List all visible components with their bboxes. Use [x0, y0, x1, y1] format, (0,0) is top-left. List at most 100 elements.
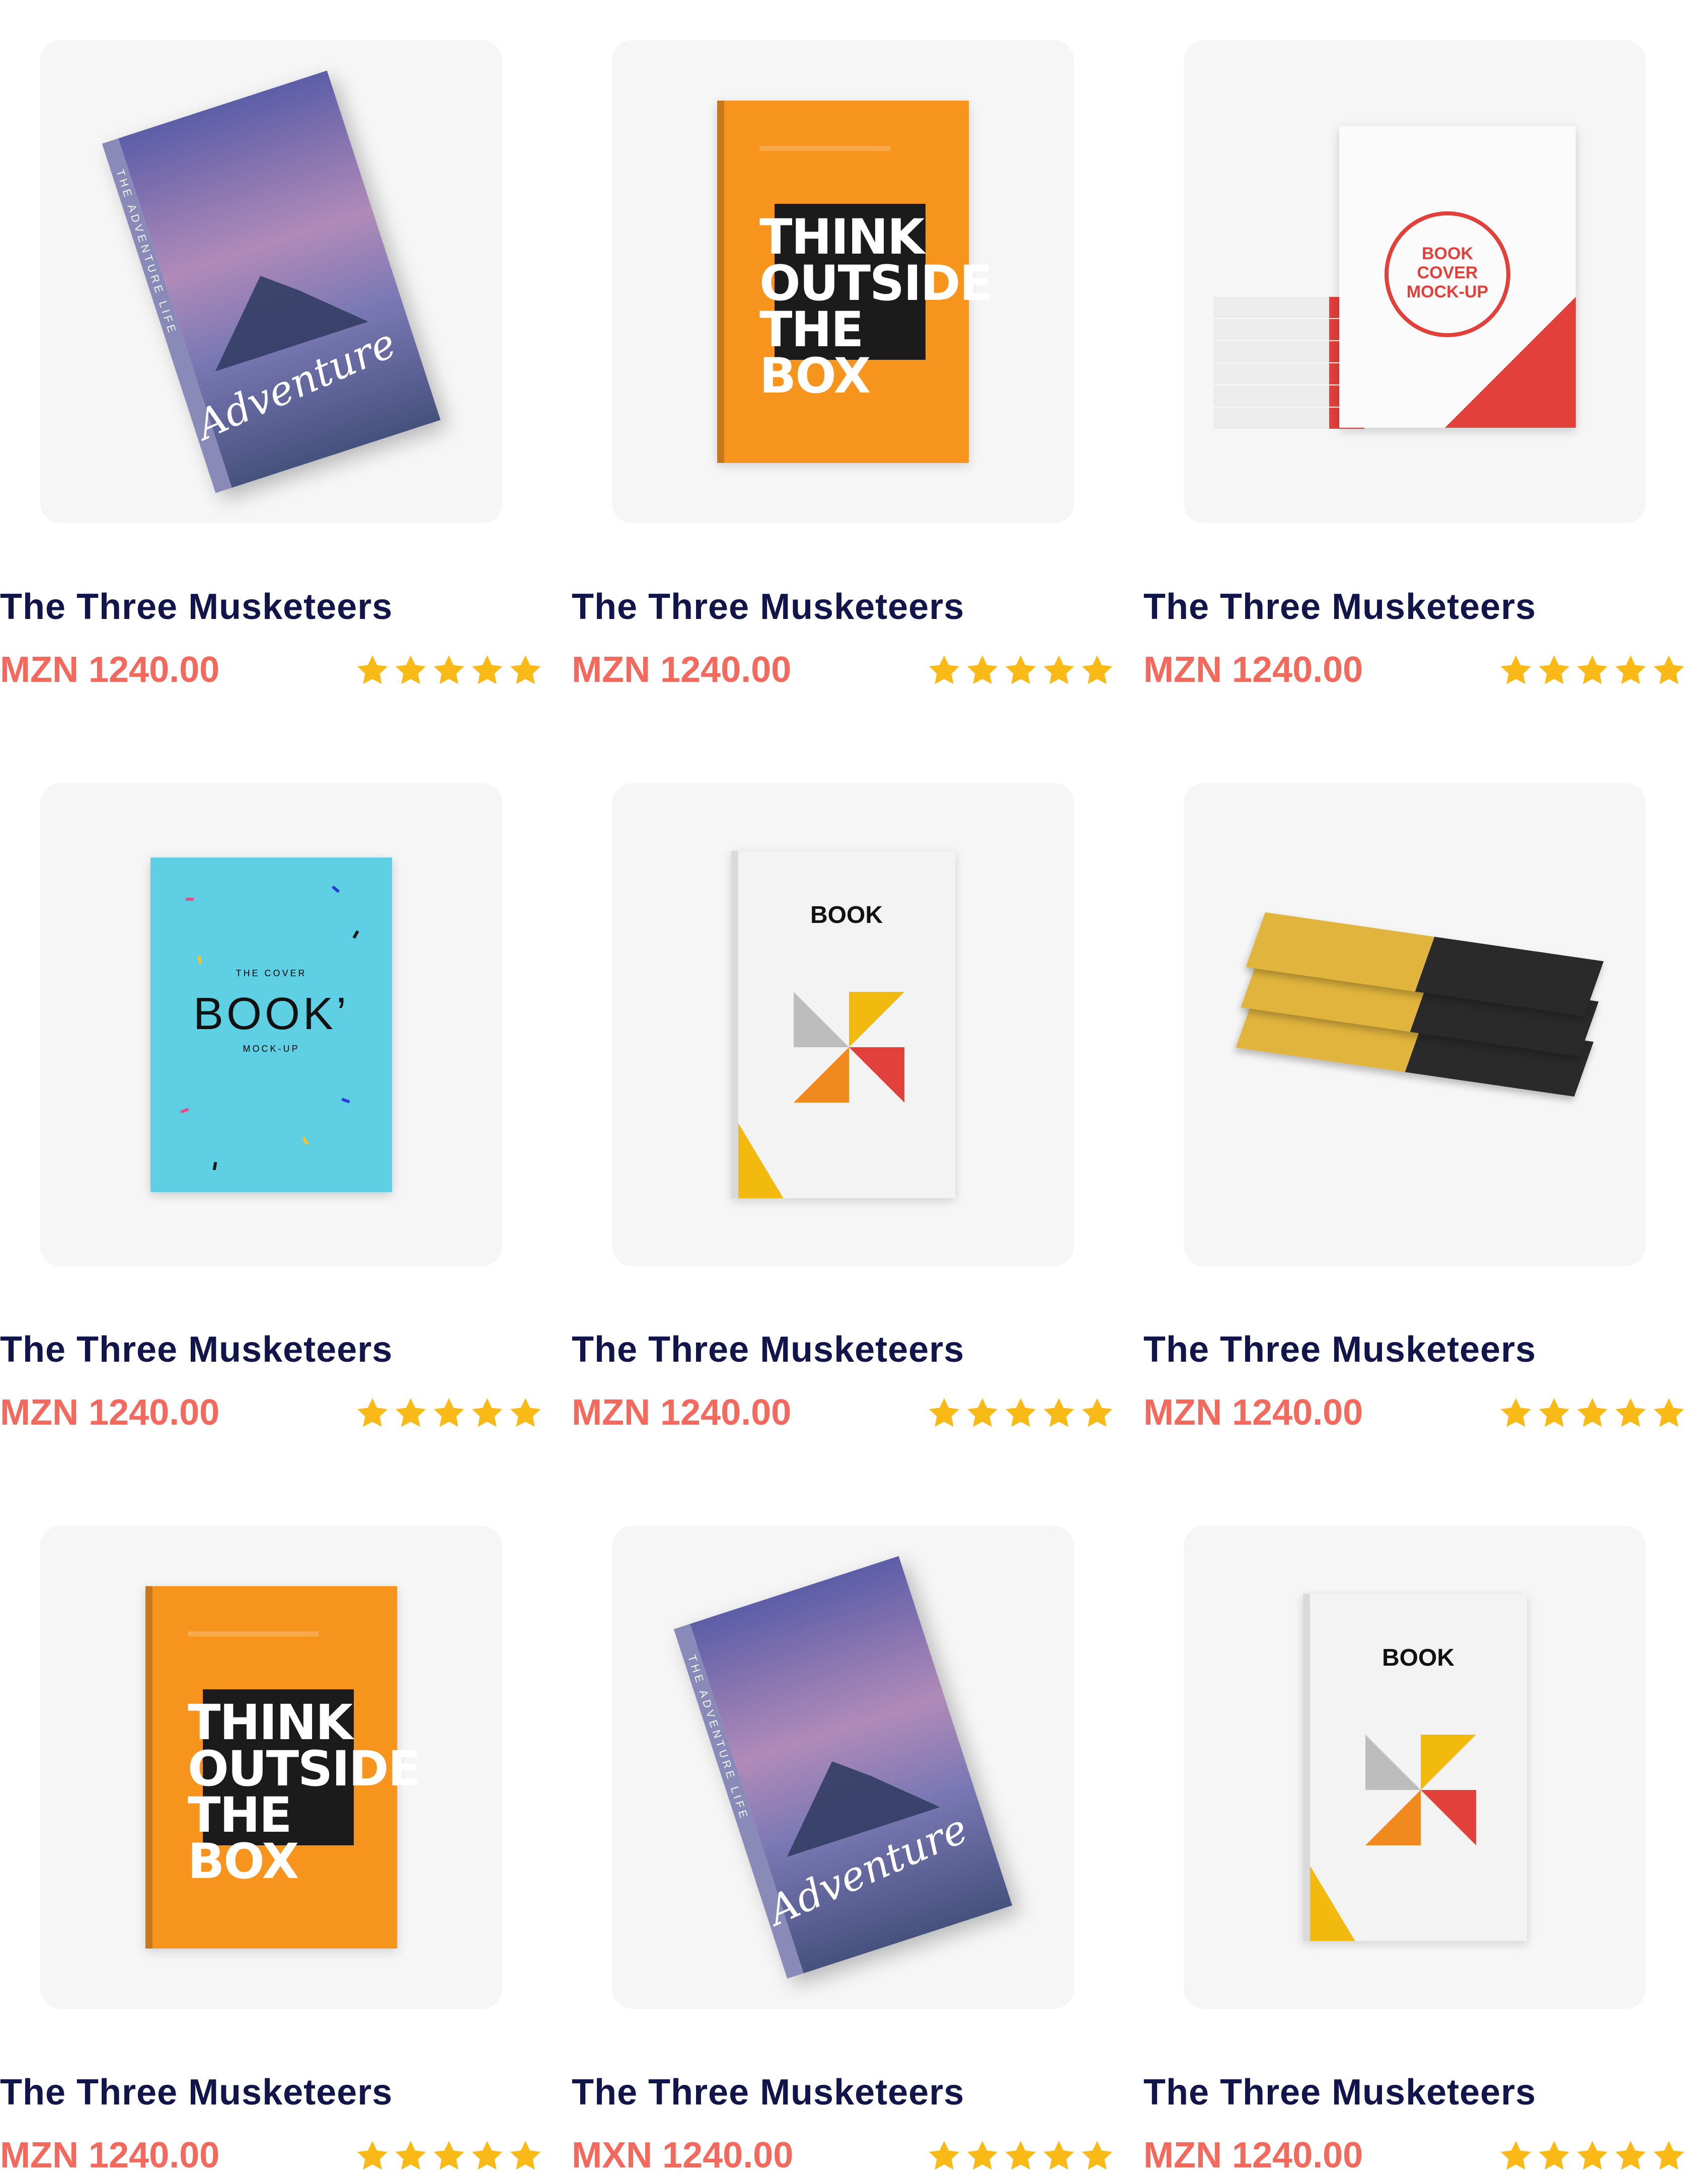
rating-stars	[1498, 653, 1686, 693]
star-icon	[1080, 653, 1115, 693]
star-icon	[1041, 653, 1077, 693]
product-price: MZN 1240.00	[0, 650, 220, 690]
star-icon	[1575, 1395, 1610, 1436]
star-icon	[1575, 653, 1610, 693]
rating-stars	[355, 653, 543, 693]
star-icon	[431, 653, 467, 693]
product-title[interactable]: The Three Musketeers	[572, 1329, 964, 1370]
product-card[interactable]: BOOK COVER MOCK-UP The Three Musketeers MZ…	[1143, 0, 1687, 705]
product-card[interactable]: THE ADVENTURE LIFE Adventure The Three Mus…	[0, 0, 544, 705]
star-icon	[1613, 1395, 1648, 1436]
book-cover-image: BOOK	[1302, 1594, 1527, 1941]
star-icon	[965, 2138, 1000, 2178]
book-cover-image: THE COVER BOOK’ MOCK-UP	[150, 857, 392, 1192]
star-icon	[1536, 1395, 1572, 1436]
product-price: MZN 1240.00	[0, 2135, 220, 2175]
product-price: MZN 1240.00	[572, 1392, 792, 1433]
star-icon	[1498, 653, 1533, 693]
star-icon	[1498, 2138, 1533, 2178]
star-icon	[1651, 2138, 1686, 2178]
product-card[interactable]: THINK OUTSIDE THE BOX The Three Musketeer…	[0, 1486, 544, 2184]
star-icon	[393, 653, 428, 693]
product-card[interactable]: The Three Musketeers MZN 1240.00	[1143, 743, 1687, 1447]
star-icon	[927, 2138, 962, 2178]
rating-stars	[355, 2138, 543, 2178]
product-price: MZN 1240.00	[0, 1392, 220, 1433]
star-icon	[355, 2138, 390, 2178]
star-icon	[1613, 2138, 1648, 2178]
rating-stars	[927, 2138, 1115, 2178]
star-icon	[1003, 1395, 1038, 1436]
product-price: MZN 1240.00	[1143, 650, 1363, 690]
product-image[interactable]: THINK OUTSIDE THE BOX	[40, 1526, 502, 2009]
star-icon	[1651, 1395, 1686, 1436]
product-price: MZN 1240.00	[1143, 2135, 1363, 2175]
product-image[interactable]: THE ADVENTURE LIFE Adventure	[40, 40, 502, 523]
star-icon	[470, 1395, 505, 1436]
product-image[interactable]: BOOK	[1184, 1526, 1646, 2009]
product-title[interactable]: The Three Musketeers	[572, 586, 964, 628]
star-icon	[355, 1395, 390, 1436]
product-card[interactable]: THE COVER BOOK’ MOCK-UP The Three Musketeer…	[0, 743, 544, 1447]
product-title[interactable]: The Three Musketeers	[0, 1329, 393, 1370]
product-title[interactable]: The Three Musketeers	[1143, 1329, 1536, 1370]
product-title[interactable]: The Three Musketeers	[0, 586, 393, 628]
product-grid: THE ADVENTURE LIFE Adventure The Three Mus…	[0, 0, 1691, 2184]
star-icon	[927, 653, 962, 693]
product-image[interactable]: BOOK COVER MOCK-UP	[1184, 40, 1646, 523]
product-card[interactable]: THE ADVENTURE LIFE Adventure The Three Mus…	[572, 1486, 1115, 2184]
product-title[interactable]: The Three Musketeers	[1143, 2072, 1536, 2113]
star-icon	[508, 653, 543, 693]
book-cover-image: THE ADVENTURE LIFE Adventure	[673, 1556, 1013, 1979]
star-icon	[431, 2138, 467, 2178]
product-price: MXN 1240.00	[572, 2135, 794, 2175]
star-icon	[1575, 2138, 1610, 2178]
book-cover-image: THINK OUTSIDE THE BOX	[717, 101, 992, 463]
product-image[interactable]: BOOK	[612, 783, 1074, 1266]
product-card[interactable]: BOOK The Three Musketeers MZN 1240.00	[572, 743, 1115, 1447]
book-cover-image: THE ADVENTURE LIFE Adventure	[102, 70, 441, 493]
product-image[interactable]: THE ADVENTURE LIFE Adventure	[612, 1526, 1074, 2009]
star-icon	[965, 1395, 1000, 1436]
product-card[interactable]: THINK OUTSIDE THE BOX The Three Musketeer…	[572, 0, 1115, 705]
star-icon	[1080, 1395, 1115, 1436]
star-icon	[1080, 2138, 1115, 2178]
book-cover-image: BOOK COVER MOCK-UP	[1213, 126, 1616, 438]
star-icon	[393, 2138, 428, 2178]
star-icon	[1041, 1395, 1077, 1436]
star-icon	[1536, 2138, 1572, 2178]
product-image[interactable]	[1184, 783, 1646, 1266]
star-icon	[1003, 2138, 1038, 2178]
star-icon	[1536, 653, 1572, 693]
book-cover-image: BOOK	[731, 851, 955, 1198]
star-icon	[355, 653, 390, 693]
product-title[interactable]: The Three Musketeers	[572, 2072, 964, 2113]
book-cover-image: THINK OUTSIDE THE BOX	[145, 1586, 421, 1948]
product-image[interactable]: THINK OUTSIDE THE BOX	[612, 40, 1074, 523]
product-image[interactable]: THE COVER BOOK’ MOCK-UP	[40, 783, 502, 1266]
product-price: MZN 1240.00	[572, 650, 792, 690]
star-icon	[393, 1395, 428, 1436]
book-cover-image	[1218, 912, 1611, 1133]
star-icon	[1041, 2138, 1077, 2178]
product-price: MZN 1240.00	[1143, 1392, 1363, 1433]
product-title[interactable]: The Three Musketeers	[0, 2072, 393, 2113]
product-title[interactable]: The Three Musketeers	[1143, 586, 1536, 628]
product-card[interactable]: BOOK The Three Musketeers MZN 1240.00	[1143, 1486, 1687, 2184]
star-icon	[1651, 653, 1686, 693]
rating-stars	[355, 1395, 543, 1436]
star-icon	[1613, 653, 1648, 693]
star-icon	[470, 653, 505, 693]
rating-stars	[1498, 1395, 1686, 1436]
star-icon	[431, 1395, 467, 1436]
star-icon	[1498, 1395, 1533, 1436]
star-icon	[927, 1395, 962, 1436]
star-icon	[508, 1395, 543, 1436]
star-icon	[470, 2138, 505, 2178]
star-icon	[965, 653, 1000, 693]
rating-stars	[1498, 2138, 1686, 2178]
rating-stars	[927, 653, 1115, 693]
star-icon	[508, 2138, 543, 2178]
star-icon	[1003, 653, 1038, 693]
rating-stars	[927, 1395, 1115, 1436]
